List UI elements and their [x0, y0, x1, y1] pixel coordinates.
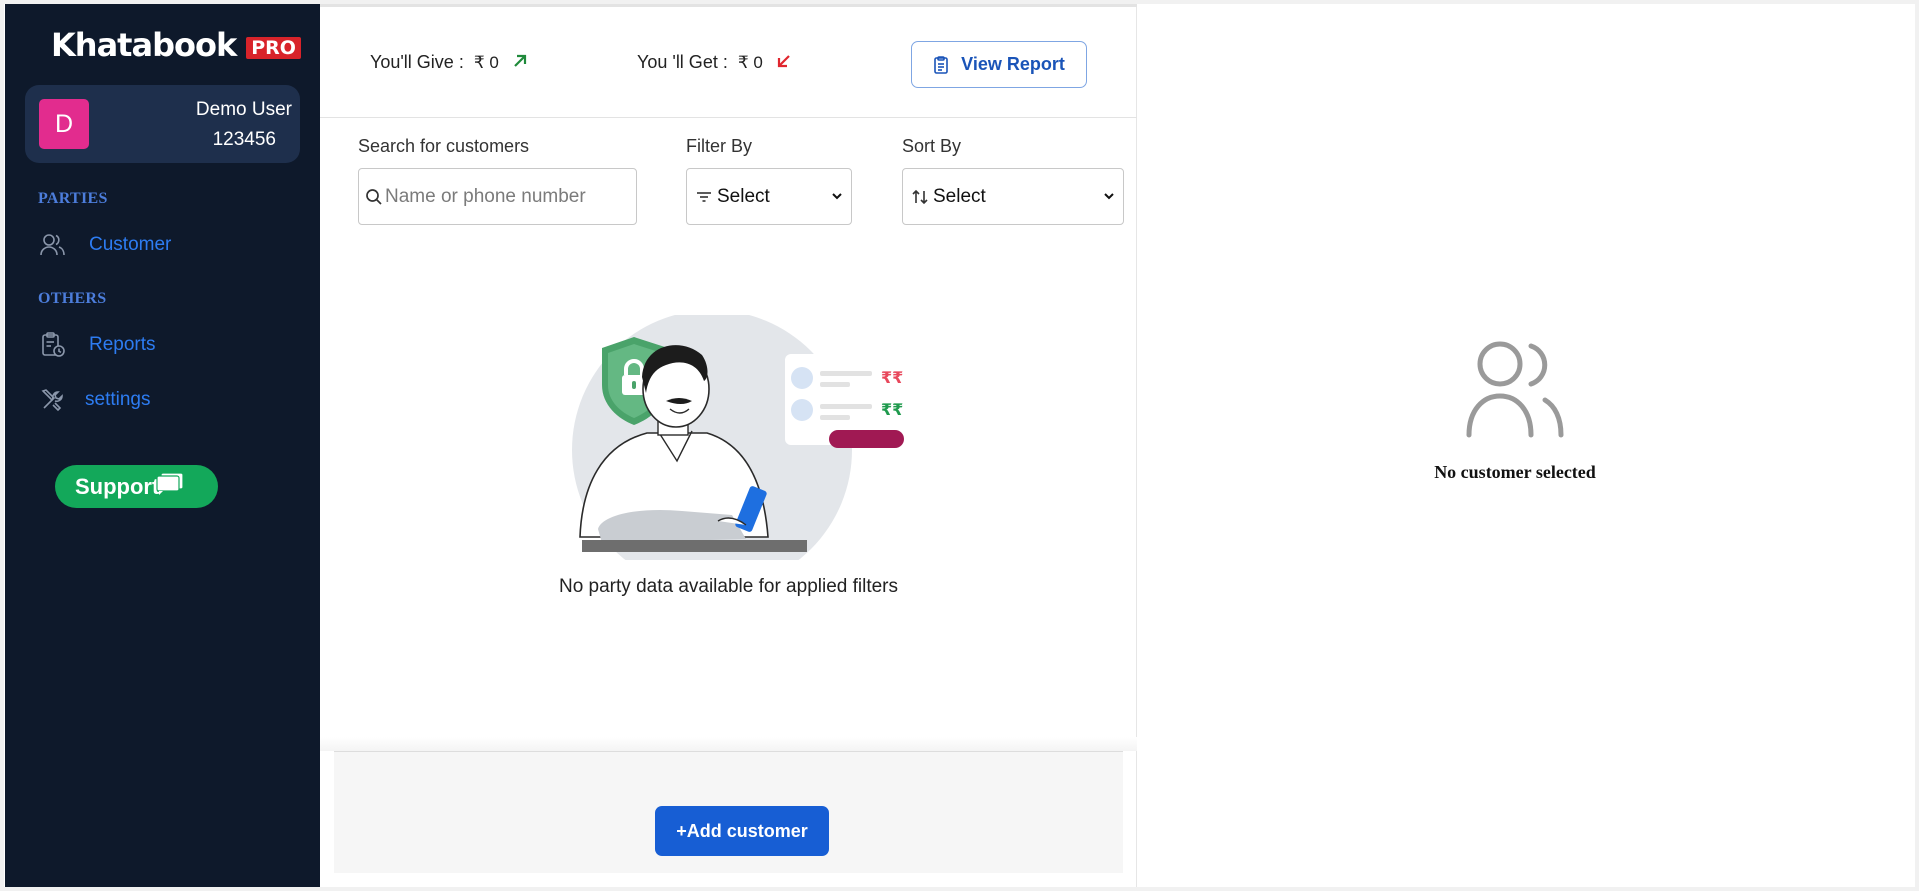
get-label: You 'll Get : [637, 52, 728, 72]
ledger-card: ₹₹ ₹₹ [785, 354, 904, 448]
pro-badge: PRO [246, 37, 301, 59]
sort-select-value: Select [933, 185, 986, 207]
section-label-others: OTHERS [38, 290, 107, 307]
customer-detail-panel: No customer selected [1138, 4, 1914, 887]
search-label: Search for customers [358, 136, 530, 156]
sidebar-item-label: Customer [89, 234, 172, 255]
search-icon [366, 188, 382, 205]
sidebar-item-settings[interactable]: settings [39, 386, 150, 414]
report-icon [934, 55, 948, 74]
empty-state-message: No party data available for applied filt… [558, 576, 899, 597]
clipboard-clock-icon [39, 331, 67, 359]
sidebar-item-label: Reports [89, 334, 156, 355]
no-customer-message: No customer selected [1434, 462, 1596, 482]
sort-select[interactable]: Select [902, 168, 1124, 225]
add-customer-button[interactable]: +Add customer [655, 806, 829, 856]
brand-logo: Khatabook PRO [51, 26, 301, 64]
support-button[interactable]: Support [55, 465, 218, 508]
user-card[interactable]: D Demo User 123456 [25, 85, 300, 163]
search-field[interactable] [358, 168, 637, 225]
sidebar-item-label: settings [85, 389, 151, 410]
view-report-button[interactable]: View Report [911, 41, 1087, 88]
svg-text:₹₹: ₹₹ [881, 368, 903, 387]
customer-list-panel: You'll Give : ₹ 0 You 'll Get : ₹ 0 View… [320, 4, 1137, 887]
chevron-down-icon [832, 193, 842, 200]
chat-bubble-icon [156, 471, 184, 495]
brand-name: Khatabook [51, 26, 237, 64]
filter-label: Filter By [686, 136, 753, 156]
you-will-give: You'll Give : ₹ 0 [370, 52, 527, 73]
footer-shadow [320, 737, 1137, 751]
avatar: D [39, 99, 89, 149]
sidebar-item-reports[interactable]: Reports [39, 331, 156, 359]
support-label: Support [75, 473, 160, 499]
get-amount: ₹ 0 [737, 52, 763, 72]
balance-summary: You'll Give : ₹ 0 You 'll Get : ₹ 0 View… [320, 7, 1137, 118]
section-label-parties: PARTIES [38, 190, 108, 207]
tools-icon [39, 386, 67, 414]
give-label: You'll Give : [370, 52, 464, 72]
arrow-down-left-icon [777, 52, 791, 73]
chevron-down-icon [1104, 193, 1114, 200]
users-icon [1463, 334, 1568, 439]
filter-select[interactable]: Select [686, 168, 852, 225]
sort-label: Sort By [902, 136, 962, 156]
sort-arrows-icon [912, 189, 928, 204]
sidebar-item-customer[interactable]: Customer [39, 231, 171, 259]
list-footer: +Add customer [334, 751, 1123, 873]
empty-state-illustration: ₹₹ ₹₹ [542, 310, 920, 590]
user-name: Demo User [195, 99, 292, 120]
user-phone: 123456 [212, 129, 276, 150]
arrow-up-right-icon [513, 52, 527, 73]
svg-text:₹₹: ₹₹ [881, 400, 903, 419]
give-amount: ₹ 0 [473, 52, 499, 72]
users-icon [39, 231, 67, 259]
search-input[interactable] [385, 185, 615, 208]
sidebar: Khatabook PRO D Demo User 123456 PARTIES… [5, 4, 320, 887]
you-will-get: You 'll Get : ₹ 0 [637, 52, 791, 73]
filter-select-value: Select [717, 185, 770, 207]
filter-icon [697, 191, 711, 202]
view-report-label: View Report [961, 54, 1065, 74]
